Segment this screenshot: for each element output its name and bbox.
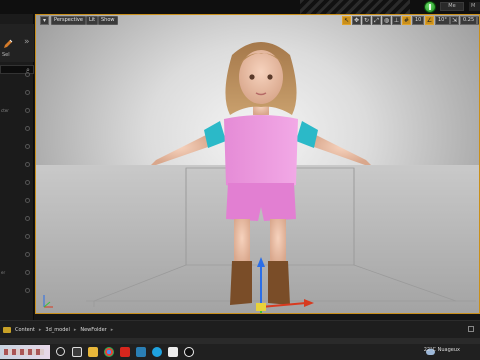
taskbar-thumbnail[interactable] [0, 345, 50, 359]
search-icon[interactable] [56, 347, 65, 356]
window-menu[interactable]: M [469, 2, 480, 11]
panel-list-item[interactable] [0, 196, 34, 206]
radio-icon [25, 72, 30, 77]
panel-list-item[interactable] [0, 250, 34, 260]
panel-list-item[interactable]: cter [0, 106, 34, 116]
radio-icon [25, 216, 30, 221]
panel-list-item[interactable] [0, 124, 34, 134]
chevron-right-icon[interactable]: » [24, 37, 30, 47]
radio-icon [25, 198, 30, 203]
photoshop-icon[interactable] [136, 347, 146, 357]
breadcrumb-item-newfolder[interactable]: NewFolder [80, 327, 106, 333]
lit-label: Lit [89, 17, 96, 23]
panel-list-item[interactable] [0, 178, 34, 188]
place-actions-panel: » Sel ⌕ cter er [0, 14, 34, 320]
radio-icon [25, 126, 30, 131]
level-viewport[interactable]: ▾ Perspective Lit Show ↖ ✥ ↻ ⤢ ◍ ⊥ # 10 … [35, 14, 480, 314]
chrome-icon[interactable] [104, 347, 114, 357]
show-button[interactable]: Show [98, 16, 118, 25]
weather-temp: 22°C [423, 347, 437, 353]
rotate-icon[interactable]: ↻ [362, 16, 371, 25]
app-icon[interactable] [168, 347, 178, 357]
title-bar: Me M [0, 0, 480, 14]
rotation-snap-icon[interactable]: ∠ [425, 16, 434, 25]
select-mode-icon[interactable]: ↖ [342, 16, 351, 25]
panel-list-item[interactable] [0, 160, 34, 170]
opera-icon[interactable] [120, 347, 130, 357]
show-label: Show [101, 17, 115, 23]
panel-list-item[interactable] [0, 142, 34, 152]
panel-list-item[interactable] [0, 232, 34, 242]
radio-icon [25, 234, 30, 239]
radio-icon [25, 108, 30, 113]
chevron-right-icon: ▸ [110, 327, 114, 333]
panel-list-item[interactable] [0, 88, 34, 98]
pencil-icon[interactable] [2, 38, 14, 50]
panel-list-item[interactable] [0, 214, 34, 224]
breadcrumb-item-content[interactable]: Content [15, 327, 35, 333]
breadcrumb-item-3d-model[interactable]: 3d_model [45, 327, 69, 333]
rotation-snap-value[interactable]: 10° [435, 16, 450, 25]
lit-button[interactable]: Lit [86, 16, 99, 25]
grid-snap-value[interactable]: 10 [412, 16, 425, 25]
axis-indicator-icon [43, 295, 53, 308]
scale-icon[interactable]: ⤢ [372, 16, 381, 25]
scale-snap-value[interactable]: 0.25 [460, 16, 478, 25]
weather-widget[interactable]: 22°C Nuageux [424, 347, 460, 353]
radio-icon [25, 270, 30, 275]
breadcrumb: Content ▸ 3d_model ▸ NewFolder ▸ [3, 325, 113, 335]
panel-list-item[interactable] [0, 70, 34, 80]
radio-icon [25, 180, 30, 185]
user-menu[interactable]: Me [440, 2, 464, 11]
translate-icon[interactable]: ✥ [352, 16, 361, 25]
panel-label: Sel [2, 52, 10, 58]
folder-icon [3, 327, 11, 333]
radio-icon [25, 162, 30, 167]
windows-taskbar: 22°C Nuageux [0, 344, 480, 360]
radio-icon [25, 252, 30, 257]
grid-snap-icon[interactable]: # [402, 16, 411, 25]
surface-snap-icon[interactable]: ⊥ [392, 16, 401, 25]
perspective-label: Perspective [54, 17, 83, 23]
file-explorer-icon[interactable] [88, 347, 98, 357]
viewport-toolbar: ▾ Perspective Lit Show ↖ ✥ ↻ ⤢ ◍ ⊥ # 10 … [36, 16, 479, 27]
radio-icon [25, 144, 30, 149]
character-model[interactable] [146, 35, 376, 314]
title-bar-stripe [300, 0, 410, 14]
scale-snap-icon[interactable]: ⇲ [450, 16, 459, 25]
perspective-button[interactable]: Perspective [51, 16, 86, 25]
weather-desc: Nuageux [437, 347, 460, 353]
chevron-right-icon: ▸ [38, 327, 42, 333]
edge-icon[interactable] [152, 347, 162, 357]
viewport-options-icon[interactable]: ▾ [40, 16, 49, 25]
panel-list-item-label: cter [1, 108, 9, 113]
unreal-engine-icon[interactable] [184, 347, 194, 357]
chevron-right-icon: ▸ [73, 327, 77, 333]
content-browser-bar: Content ▸ 3d_model ▸ NewFolder ▸ [0, 320, 480, 338]
source-control-icon[interactable] [424, 1, 436, 13]
lock-icon[interactable] [468, 326, 474, 332]
task-view-icon[interactable] [72, 347, 82, 357]
radio-icon [25, 90, 30, 95]
world-space-icon[interactable]: ◍ [382, 16, 391, 25]
radio-icon [25, 288, 30, 293]
panel-list-item[interactable] [0, 286, 34, 296]
panel-list-item[interactable]: er [0, 268, 34, 278]
panel-header: » Sel ⌕ [0, 24, 34, 74]
panel-list-item-label: er [1, 270, 6, 275]
